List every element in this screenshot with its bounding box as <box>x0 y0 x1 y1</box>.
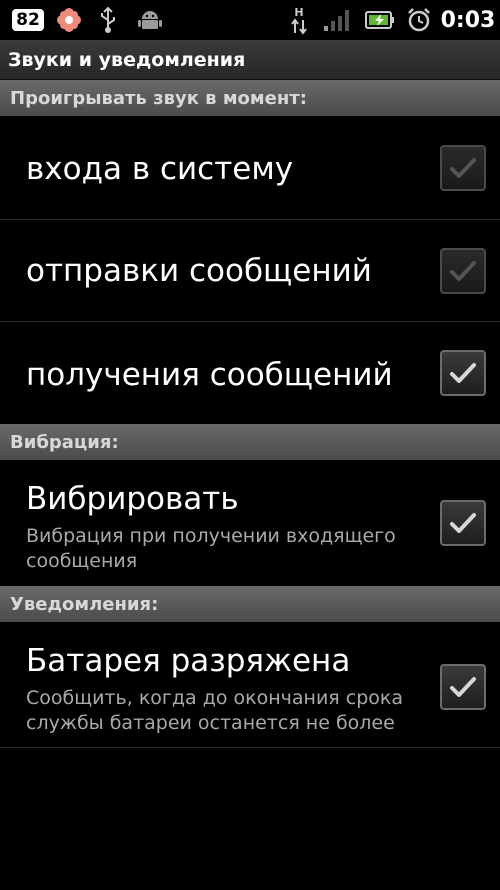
checkbox-receive-sound[interactable] <box>440 350 486 396</box>
section-header-label: Вибрация: <box>10 431 119 453</box>
notification-count: 82 <box>12 9 44 31</box>
check-icon <box>450 677 476 697</box>
signal-icon <box>322 0 352 40</box>
section-header-label: Проигрывать звук в момент: <box>10 87 307 109</box>
svg-text:H: H <box>294 6 303 19</box>
page-title: Звуки и уведомления <box>8 48 246 71</box>
battery-charging-icon <box>364 0 396 40</box>
pref-title: отправки сообщений <box>26 253 372 289</box>
section-header-notifications: Уведомления: <box>0 586 500 622</box>
hspa-data-icon: H <box>286 0 312 40</box>
status-clock: 0:03 <box>440 7 496 33</box>
pref-title: получения сообщений <box>26 357 393 393</box>
pref-row-vibrate[interactable]: Вибрировать Вибрация при получении входя… <box>0 460 500 586</box>
flower-icon <box>54 0 84 40</box>
check-icon <box>450 261 476 281</box>
count-badge-icon: 82 <box>6 0 50 40</box>
checkbox-battery-low[interactable] <box>440 664 486 710</box>
pref-row-receive-sound[interactable]: получения сообщений <box>0 322 500 424</box>
section-header-vibration: Вибрация: <box>0 424 500 460</box>
pref-title: входа в систему <box>26 151 294 187</box>
pref-title: Вибрировать <box>26 481 239 517</box>
check-icon <box>450 513 476 533</box>
pref-row-battery-low[interactable]: Батарея разряжена Сообщить, когда до око… <box>0 622 500 748</box>
checkbox-send-sound[interactable] <box>440 248 486 294</box>
usb-icon <box>96 0 120 40</box>
checkbox-login-sound[interactable] <box>440 145 486 191</box>
check-icon <box>450 158 476 178</box>
android-debug-icon <box>136 0 164 40</box>
pref-summary: Сообщить, когда до окончания срока служб… <box>26 687 404 734</box>
title-bar: Звуки и уведомления <box>0 40 500 80</box>
pref-row-send-sound[interactable]: отправки сообщений <box>0 220 500 322</box>
check-icon <box>450 363 476 383</box>
status-bar: 82 H 0:03 <box>0 0 500 40</box>
pref-summary: Вибрация при получении входящего сообщен… <box>26 525 396 572</box>
checkbox-vibrate[interactable] <box>440 500 486 546</box>
section-header-sound: Проигрывать звук в момент: <box>0 80 500 116</box>
section-header-label: Уведомления: <box>10 593 159 615</box>
pref-row-login-sound[interactable]: входа в систему <box>0 116 500 220</box>
alarm-icon <box>404 0 434 40</box>
pref-title: Батарея разряжена <box>26 643 351 679</box>
